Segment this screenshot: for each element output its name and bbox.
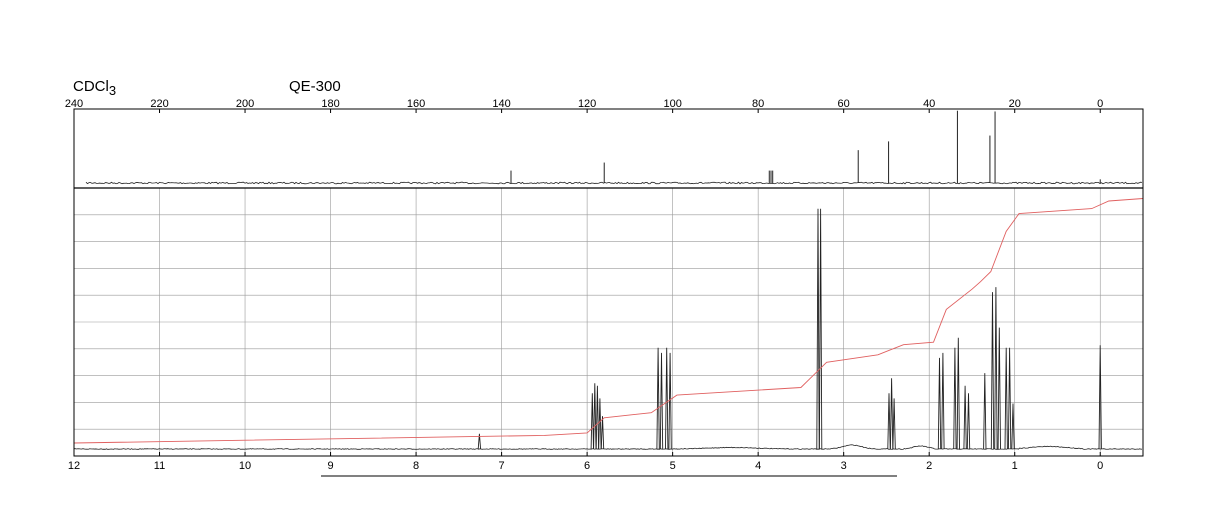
proton-peak [997, 327, 1001, 450]
carbon-13-tick-label: 120 [578, 98, 596, 110]
proton-peak [659, 352, 664, 450]
proton-peak [818, 208, 823, 450]
proton-tick-label: 6 [584, 460, 590, 472]
proton-tick-label: 1 [1012, 460, 1018, 472]
proton-peak [983, 373, 987, 450]
proton-peak [595, 385, 600, 450]
carbon-13-spectrum [85, 110, 1143, 185]
proton-peak [953, 347, 957, 450]
proton-peak [990, 292, 995, 450]
proton-peak [668, 352, 672, 450]
proton-peak [656, 347, 660, 450]
carbon-13-tick-label: 240 [65, 98, 83, 110]
plot-frame [73, 108, 1144, 477]
carbon-13-tick-label: 140 [492, 98, 510, 110]
proton-peak [941, 352, 945, 450]
proton-peak [966, 393, 971, 450]
proton-peak [892, 398, 896, 450]
proton-peak [887, 393, 891, 450]
proton-tick-label: 12 [68, 460, 80, 472]
proton-peak [889, 378, 894, 450]
proton-peak [937, 357, 942, 450]
carbon-13-tick-label: 100 [663, 98, 681, 110]
outer-frame [73, 108, 1144, 457]
carbon-13-tick-label: 0 [1097, 98, 1103, 110]
carbon-13-tick-label: 180 [321, 98, 339, 110]
proton-tick-label: 10 [239, 460, 251, 472]
proton-spectrum [73, 208, 1143, 450]
proton-peak [1011, 403, 1015, 450]
carbon-13-tick-label: 220 [150, 98, 168, 110]
proton-tick-label: 3 [841, 460, 847, 472]
proton-tick-label: 5 [670, 460, 676, 472]
proton-tick-label: 11 [154, 460, 165, 472]
proton-peak [598, 398, 602, 450]
proton-grid [74, 188, 1143, 456]
proton-peak [593, 383, 597, 450]
proton-peak [600, 416, 605, 450]
proton-peak [1004, 347, 1008, 450]
integral-curve [73, 198, 1144, 444]
carbon-13-tick-label: 80 [752, 98, 764, 110]
proton-peak [816, 208, 820, 450]
proton-peak [956, 337, 960, 450]
carbon-13-tick-label: 40 [923, 98, 935, 110]
proton-tick-label: 4 [755, 460, 761, 472]
proton-tick-label: 9 [327, 460, 333, 472]
carbon-13-tick-label: 60 [838, 98, 850, 110]
integral-line [73, 198, 1144, 444]
carbon-13-tick-label: 20 [1009, 98, 1021, 110]
carbon-13-tick-label: 200 [236, 98, 254, 110]
proton-peak [665, 347, 669, 450]
carbon-13-tick-label: 160 [407, 98, 425, 110]
proton-peak [963, 385, 967, 450]
proton-tick-label: 7 [499, 460, 505, 472]
proton-peak [590, 393, 594, 450]
proton-peak [994, 287, 998, 450]
carbon-13-axis: 240 220 200 180 160 140 120 100 80 60 40 20 0 [65, 98, 1103, 113]
proton-tick-label: 0 [1097, 460, 1103, 472]
proton-tick-label: 8 [413, 460, 419, 472]
proton-axis: 12 11 10 9 8 7 6 5 4 3 2 1 0 [68, 452, 1103, 472]
proton-tick-label: 2 [926, 460, 932, 472]
proton-peak [1007, 347, 1012, 450]
nmr-spectrum-figure: 240 220 200 180 160 140 120 100 80 60 40 20 0 12 11 10… [65, 98, 1144, 477]
proton-baseline [73, 444, 1143, 450]
carbon-13-baseline [85, 181, 1143, 185]
